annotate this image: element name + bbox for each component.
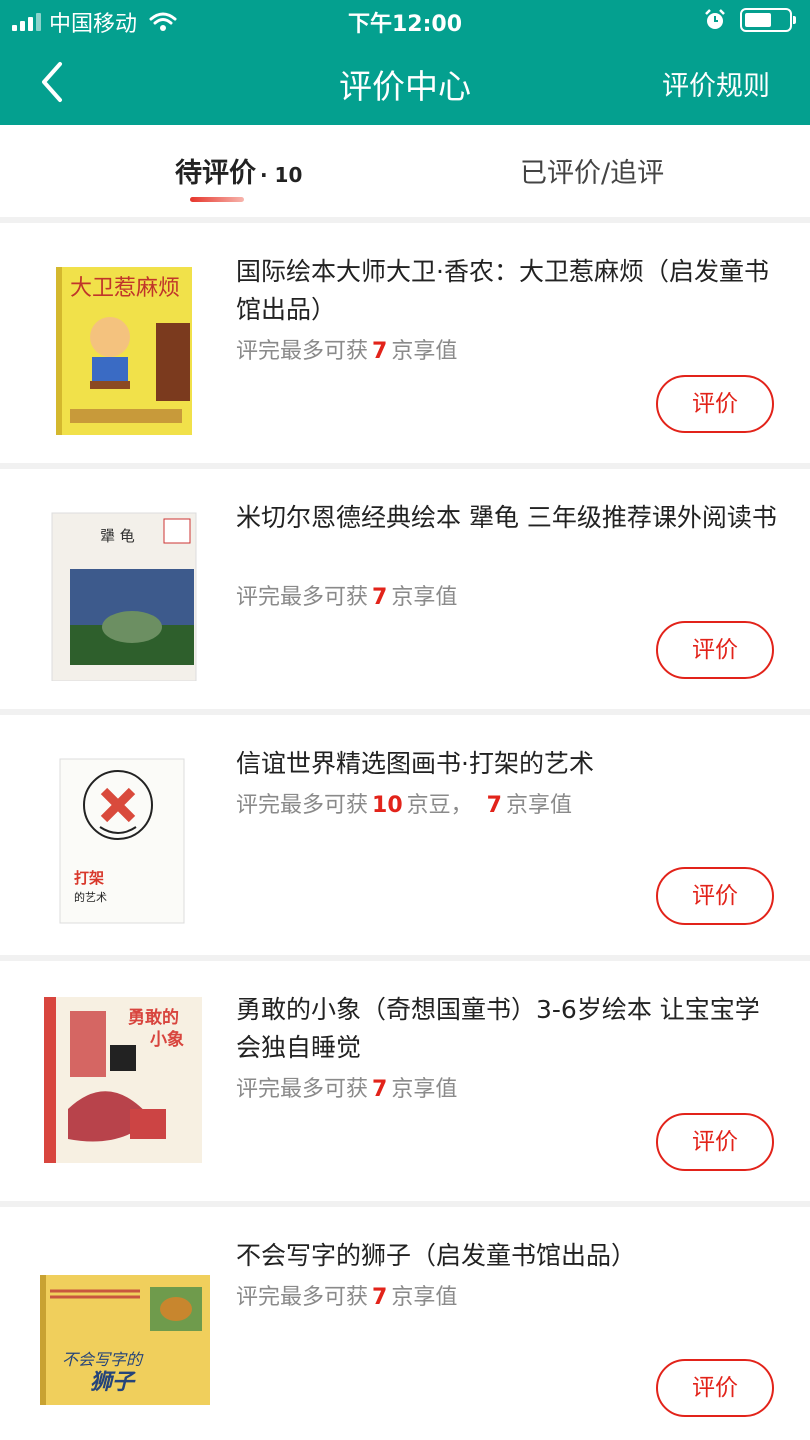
book-cover-image: 犟 龟 (51, 512, 197, 681)
alarm-icon (705, 9, 725, 29)
product-title: 不会写字的狮子（启发童书馆出品） (236, 1241, 637, 1270)
cover-subtitle: 狮子 (90, 1370, 136, 1395)
product-title: 信谊世界精选图画书·打架的艺术 (236, 749, 594, 778)
tab-pending[interactable]: 待评价 · 10 (175, 151, 302, 190)
cover-title: 不会写字的 (62, 1350, 144, 1369)
reward-text: 评完最多可获 10 京豆， 7 京享值 (236, 793, 572, 818)
list-item: 勇敢的 小象 勇敢的小象（奇想国童书）3-6岁绘本 让宝宝学会独自睡觉 评完最多… (0, 961, 810, 1201)
status-bar: 中国移动 下午12:00 (0, 0, 810, 40)
cover-title: 打架 (74, 869, 104, 887)
list-item: 大卫惹麻烦 国际绘本大师大卫·香农：大卫惹麻烦（启发童书馆出品） 评完最多可获 7… (0, 223, 810, 463)
list-item: 打架 的艺术 信谊世界精选图画书·打架的艺术 评完最多可获 10 京豆， 7 京享值 评… (0, 715, 810, 955)
reward-text: 评完最多可获 7 京享值 (236, 339, 458, 364)
list-item: 不会写字的 狮子 不会写字的狮子（启发童书馆出品） 评完最多可获 7 京享值 评价 (0, 1207, 810, 1440)
cover-subtitle: 的艺术 (74, 890, 107, 904)
battery-icon (740, 8, 796, 32)
product-list: 大卫惹麻烦 国际绘本大师大卫·香农：大卫惹麻烦（启发童书馆出品） 评完最多可获 7… (0, 217, 810, 1440)
cover-title: 勇敢的 (128, 1007, 179, 1028)
review-button[interactable]: 评价 (656, 621, 774, 679)
tab-bar: 待评价 · 10 已评价/追评 (0, 125, 810, 217)
book-cover-image: 打架 的艺术 (59, 758, 185, 924)
tab-reviewed[interactable]: 已评价/追评 (520, 151, 664, 190)
product-title: 勇敢的小象（奇想国童书）3-6岁绘本 让宝宝学会独自睡觉 (236, 995, 760, 1062)
clock: 下午12:00 (347, 12, 463, 37)
reward-text: 评完最多可获 7 京享值 (236, 585, 458, 610)
review-button[interactable]: 评价 (656, 1359, 774, 1417)
tab-pending-label: 待评价 (175, 158, 256, 189)
app-header: 中国移动 下午12:00 评价中心 评价规则 (0, 0, 810, 125)
book-cover-image: 大卫惹麻烦 (56, 267, 192, 435)
reward-text: 评完最多可获 7 京享值 (236, 1285, 458, 1310)
review-button[interactable]: 评价 (656, 867, 774, 925)
review-button[interactable]: 评价 (656, 1113, 774, 1171)
product-title: 国际绘本大师大卫·香农：大卫惹麻烦（启发童书馆出品） (236, 257, 769, 324)
tab-pending-count: · 10 (260, 163, 303, 187)
cover-title: 大卫惹麻烦 (70, 276, 180, 301)
active-tab-indicator (190, 197, 244, 202)
book-cover-image: 勇敢的 小象 (44, 997, 202, 1163)
product-title: 米切尔恩德经典绘本 犟龟 三年级推荐课外阅读书 (236, 503, 777, 532)
cover-title: 犟 龟 (100, 527, 135, 545)
reward-text: 评完最多可获 7 京享值 (236, 1077, 458, 1102)
list-item: 犟 龟 米切尔恩德经典绘本 犟龟 三年级推荐课外阅读书 评完最多可获 7 京享值 评… (0, 469, 810, 709)
review-button[interactable]: 评价 (656, 375, 774, 433)
rules-link[interactable]: 评价规则 (662, 64, 770, 103)
cover-subtitle: 小象 (150, 1029, 184, 1050)
book-cover-image: 不会写字的 狮子 (40, 1275, 210, 1405)
